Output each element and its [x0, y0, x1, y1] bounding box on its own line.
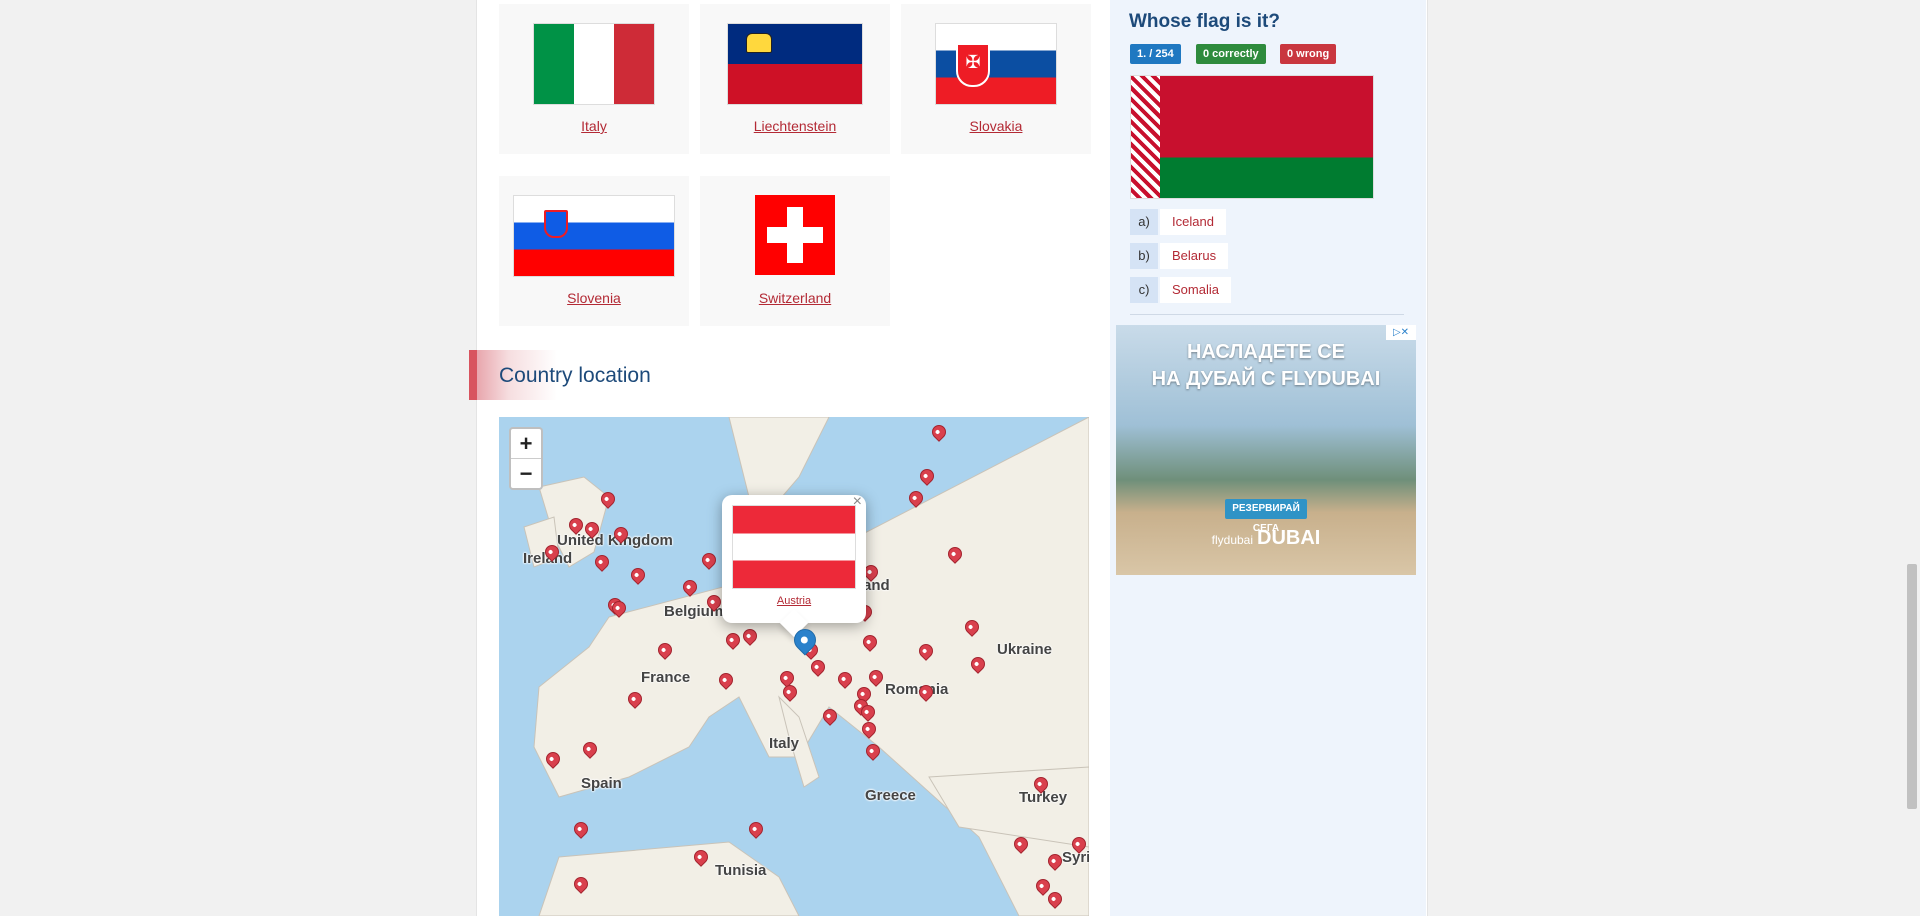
coat-of-arms-icon: ✠	[956, 43, 990, 87]
answer-letter: c)	[1130, 277, 1158, 303]
slovakia-flag: ✠	[935, 23, 1057, 105]
map-label: and	[863, 577, 890, 594]
advertisement[interactable]: ▷✕ НАСЛАДЕТЕ СЕ НА ДУБАЙ С FLYDUBAI РЕЗЕ…	[1116, 325, 1416, 575]
zoom-in-button[interactable]: +	[511, 429, 541, 459]
map-label: France	[641, 669, 691, 686]
answer-text[interactable]: Iceland	[1160, 209, 1226, 235]
crown-icon	[746, 33, 772, 53]
answer-text[interactable]: Somalia	[1160, 277, 1231, 303]
map-label: Greece	[865, 787, 916, 804]
quiz-flag-image	[1130, 75, 1374, 199]
map-label: Italy	[769, 735, 800, 752]
flag-card-slovenia[interactable]: Slovenia	[499, 176, 689, 326]
zoom-out-button[interactable]: −	[511, 459, 541, 488]
correct-badge: 0 correctly	[1196, 44, 1266, 64]
ad-cta-button[interactable]: РЕЗЕРВИРАЙ СЕГА	[1225, 499, 1307, 534]
country-link[interactable]: Slovakia	[901, 118, 1091, 134]
answer-text[interactable]: Belarus	[1160, 243, 1229, 269]
flag-card-switzerland[interactable]: Switzerland	[700, 176, 890, 326]
ad-headline-line2: НА ДУБАЙ С FLYDUBAI	[1151, 368, 1381, 390]
ornament-pattern	[1131, 76, 1160, 198]
map-label: Romania	[885, 681, 949, 698]
map-label: Ukraine	[997, 641, 1053, 658]
liechtenstein-flag	[727, 23, 863, 105]
popup-country-link[interactable]: Austria	[722, 595, 866, 607]
progress-badge: 1. / 254	[1130, 44, 1181, 64]
ad-brand-small: flydubai	[1211, 533, 1254, 547]
flag-card-italy[interactable]: Italy	[499, 4, 689, 154]
map-label: Spain	[581, 775, 622, 792]
wrong-badge: 0 wrong	[1280, 44, 1337, 64]
answer-letter: a)	[1130, 209, 1158, 235]
ad-headline-line1: НАСЛАДЕТЕ СЕ	[1186, 341, 1346, 363]
section-title: Country location	[499, 364, 651, 387]
flag-card-slovakia[interactable]: ✠ Slovakia	[901, 4, 1091, 154]
zoom-control: + −	[509, 427, 543, 490]
answer-letter: b)	[1130, 243, 1158, 269]
divider	[1130, 314, 1404, 315]
country-link[interactable]: Switzerland	[700, 290, 890, 306]
ad-headline: НАСЛАДЕТЕ СЕ НА ДУБАЙ С FLYDUBAI	[1116, 339, 1416, 393]
switzerland-flag	[755, 195, 835, 275]
country-popup: × Austria	[722, 493, 866, 623]
map-label: Syri	[1062, 849, 1089, 866]
location-map[interactable]: + − United Kingdom Ireland Belgium Franc…	[499, 417, 1089, 916]
coat-of-arms-icon	[544, 210, 568, 238]
slovenia-flag	[513, 195, 675, 277]
country-link[interactable]: Slovenia	[499, 290, 689, 306]
ad-close-icon[interactable]: ▷✕	[1386, 325, 1416, 340]
map-land	[523, 417, 1089, 916]
austria-flag	[732, 505, 856, 589]
italy-flag	[533, 23, 655, 105]
ad-brand: flydubai DUBAI	[1116, 527, 1416, 550]
map-label: Tunisia	[715, 862, 767, 879]
ad-brand-main: DUBAI	[1257, 527, 1321, 549]
country-link[interactable]: Liechtenstein	[700, 118, 890, 134]
country-link[interactable]: Italy	[499, 118, 689, 134]
quiz-title: Whose flag is it?	[1129, 11, 1280, 32]
flag-card-liechtenstein[interactable]: Liechtenstein	[700, 4, 890, 154]
scrollbar-thumb[interactable]	[1907, 564, 1917, 809]
